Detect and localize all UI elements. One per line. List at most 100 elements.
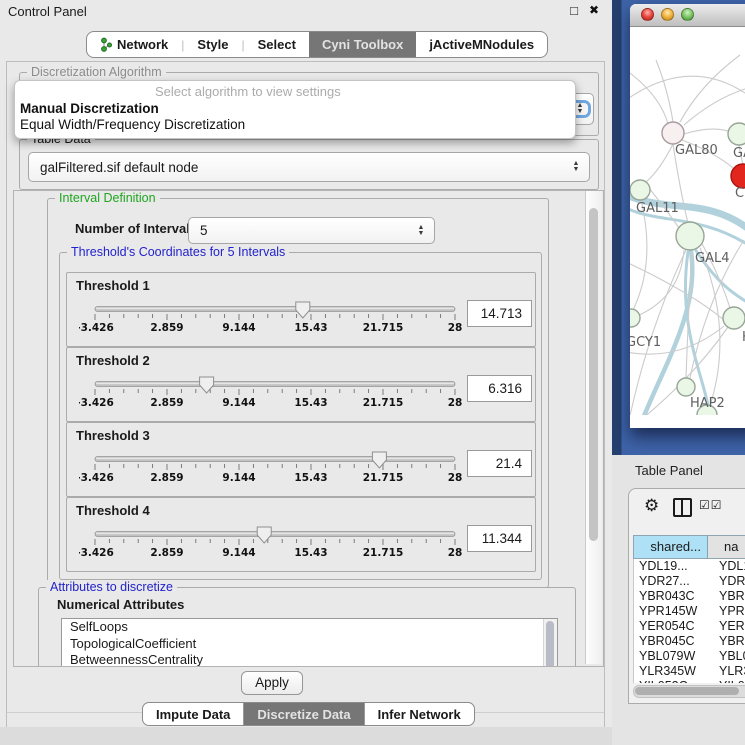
threshold-slider[interactable]: -3.4262.8599.14415.4321.71528 — [79, 449, 471, 489]
table-row[interactable]: YER054CYER0 — [634, 619, 745, 634]
minimize-traffic-light-icon[interactable] — [661, 8, 674, 21]
table-row[interactable]: YPR145WYPR1 — [634, 604, 745, 619]
number-of-intervals-label: Number of Intervals — [75, 221, 197, 236]
tab-network[interactable]: Network — [87, 32, 181, 57]
svg-text:9.144: 9.144 — [222, 322, 255, 334]
vertical-scrollbar[interactable] — [585, 191, 602, 664]
node-label: GA — [733, 146, 745, 161]
attribute-item[interactable]: BetweennessCentrality — [62, 652, 557, 667]
group-title: Interval Definition — [55, 191, 160, 205]
group-title: Threshold's Coordinates for 5 Intervals — [67, 245, 289, 259]
combo-stepper-icon[interactable]: ▲▼ — [568, 161, 584, 173]
table-panel-body: ⚙ ☑☑ shared... na YDL19...YDL1YDR27...YD… — [628, 488, 745, 704]
svg-text:9.144: 9.144 — [222, 472, 255, 484]
network-window-titlebar[interactable] — [630, 4, 745, 27]
settings-scroll-area: Interval Definition Number of Intervals … — [13, 190, 604, 667]
tab-select[interactable]: Select — [245, 32, 309, 57]
dropdown-option-equal-width[interactable]: Equal Width/Frequency Discretization — [15, 117, 575, 133]
svg-text:21.715: 21.715 — [363, 397, 404, 409]
table-row[interactable]: YBR045CYBR0 — [634, 634, 745, 649]
table-row[interactable]: YDR27...YDR2 — [634, 574, 745, 589]
scrollbar-thumb[interactable] — [589, 208, 598, 541]
svg-text:2.859: 2.859 — [150, 397, 183, 409]
svg-text:15.43: 15.43 — [294, 547, 327, 559]
cyni-bottom-tabs: Impute DataDiscretize DataInfer Network — [142, 702, 475, 726]
numerical-attributes-label: Numerical Attributes — [57, 597, 184, 612]
threshold-value-field[interactable]: 21.4 — [467, 450, 532, 477]
list-scrollbar[interactable] — [543, 619, 557, 667]
svg-text:21.715: 21.715 — [363, 547, 404, 559]
close-icon[interactable]: ✖ — [586, 3, 602, 19]
threshold-value-field[interactable]: 11.344 — [467, 525, 532, 552]
node-label: GAL80 — [675, 143, 718, 158]
attributes-group: Attributes to discretize Numerical Attri… — [38, 587, 576, 667]
number-of-intervals-combobox[interactable]: 5 ▲▼ — [188, 217, 435, 244]
tab-jactivemnodules[interactable]: jActiveMNodules — [416, 32, 547, 57]
svg-text:2.859: 2.859 — [150, 547, 183, 559]
combo-stepper-icon[interactable]: ▲▼ — [413, 225, 429, 237]
threshold-slider[interactable]: -3.4262.8599.14415.4321.71528 — [79, 374, 471, 414]
dropdown-option-manual[interactable]: Manual Discretization — [15, 101, 575, 117]
network-node-gal80[interactable] — [662, 122, 684, 144]
control-panel-titlebar: Control Panel □ ✖ — [0, 0, 612, 24]
svg-text:28: 28 — [448, 472, 463, 484]
columns-icon[interactable] — [673, 498, 692, 517]
tab-style[interactable]: Style — [184, 32, 241, 57]
scrollbar-thumb[interactable] — [635, 687, 739, 695]
svg-text:2.859: 2.859 — [150, 472, 183, 484]
threshold-value-field[interactable]: 6.316 — [467, 375, 532, 402]
svg-text:28: 28 — [448, 547, 463, 559]
float-icon[interactable]: □ — [566, 3, 582, 19]
table-row[interactable]: YIL052CYIL0 — [634, 679, 745, 683]
svg-text:28: 28 — [448, 322, 463, 334]
column-header-shared-name[interactable]: shared... — [634, 536, 708, 558]
svg-text:9.144: 9.144 — [222, 547, 255, 559]
table-data-combobox[interactable]: galFiltered.sif default node ▲▼ — [28, 152, 590, 182]
threshold-label: Threshold 4 — [76, 503, 150, 518]
threshold-slider[interactable]: -3.4262.8599.14415.4321.71528 — [79, 524, 471, 564]
threshold-label: Threshold 1 — [76, 278, 150, 293]
node-label: GAL4 — [695, 251, 729, 266]
table-row[interactable]: YLR345WYLR3 — [634, 664, 745, 679]
threshold-slider[interactable]: -3.4262.8599.14415.4321.71528 — [79, 299, 471, 339]
table-row[interactable]: YBL079WYBL0 — [634, 649, 745, 664]
network-node-gcy1[interactable] — [630, 309, 640, 327]
svg-text:15.43: 15.43 — [294, 322, 327, 334]
numerical-attributes-list[interactable]: SelfLoopsTopologicalCoefficientBetweenne… — [61, 618, 558, 667]
tab-infer-network[interactable]: Infer Network — [364, 703, 474, 725]
network-node-gal4[interactable] — [676, 222, 704, 250]
network-node-gal11[interactable] — [630, 180, 650, 200]
svg-text:-3.426: -3.426 — [79, 322, 114, 334]
threshold-value-field[interactable]: 14.713 — [467, 300, 532, 327]
network-node-hap2[interactable] — [677, 378, 695, 396]
attribute-item[interactable]: TopologicalCoefficient — [62, 636, 557, 653]
threshold-label: Threshold 2 — [76, 353, 150, 368]
svg-text:2.859: 2.859 — [150, 322, 183, 334]
checkboxes-icon[interactable]: ☑☑ — [699, 498, 723, 512]
svg-text:-3.426: -3.426 — [79, 472, 114, 484]
status-strip — [0, 727, 612, 745]
group-title: Discretization Algorithm — [27, 65, 166, 79]
svg-text:15.43: 15.43 — [294, 397, 327, 409]
threshold-panel-3: Threshold 3-3.4262.8599.14415.4321.71528… — [66, 422, 536, 497]
tab-cyni-toolbox[interactable]: Cyni Toolbox — [309, 32, 416, 57]
attribute-item[interactable]: SelfLoops — [62, 619, 557, 636]
table-row[interactable]: YBR043CYBR0 — [634, 589, 745, 604]
network-node-h[interactable] — [723, 307, 745, 329]
table-row[interactable]: YDL19...YDL1 — [634, 559, 745, 574]
apply-button[interactable]: Apply — [241, 671, 303, 695]
threshold-panel-1: Threshold 1-3.4262.8599.14415.4321.71528… — [66, 272, 536, 347]
network-node-ga[interactable] — [728, 123, 745, 145]
table-rows: YDL19...YDL1YDR27...YDR2YBR043CYBR0YPR14… — [633, 559, 745, 683]
tab-impute-data[interactable]: Impute Data — [143, 703, 243, 725]
node-label: HAP2 — [690, 396, 725, 411]
horizontal-scrollbar[interactable] — [633, 685, 745, 698]
network-graph[interactable]: GAL80GACGAL11GAL4GCY1HHAP2 — [630, 26, 745, 415]
close-traffic-light-icon[interactable] — [641, 8, 654, 21]
gear-icon[interactable]: ⚙ — [644, 497, 659, 515]
column-header-name[interactable]: na — [708, 536, 745, 558]
threshold-label: Threshold 3 — [76, 428, 150, 443]
tab-discretize-data[interactable]: Discretize Data — [243, 703, 363, 725]
zoom-traffic-light-icon[interactable] — [681, 8, 694, 21]
node-label: C — [735, 186, 744, 201]
